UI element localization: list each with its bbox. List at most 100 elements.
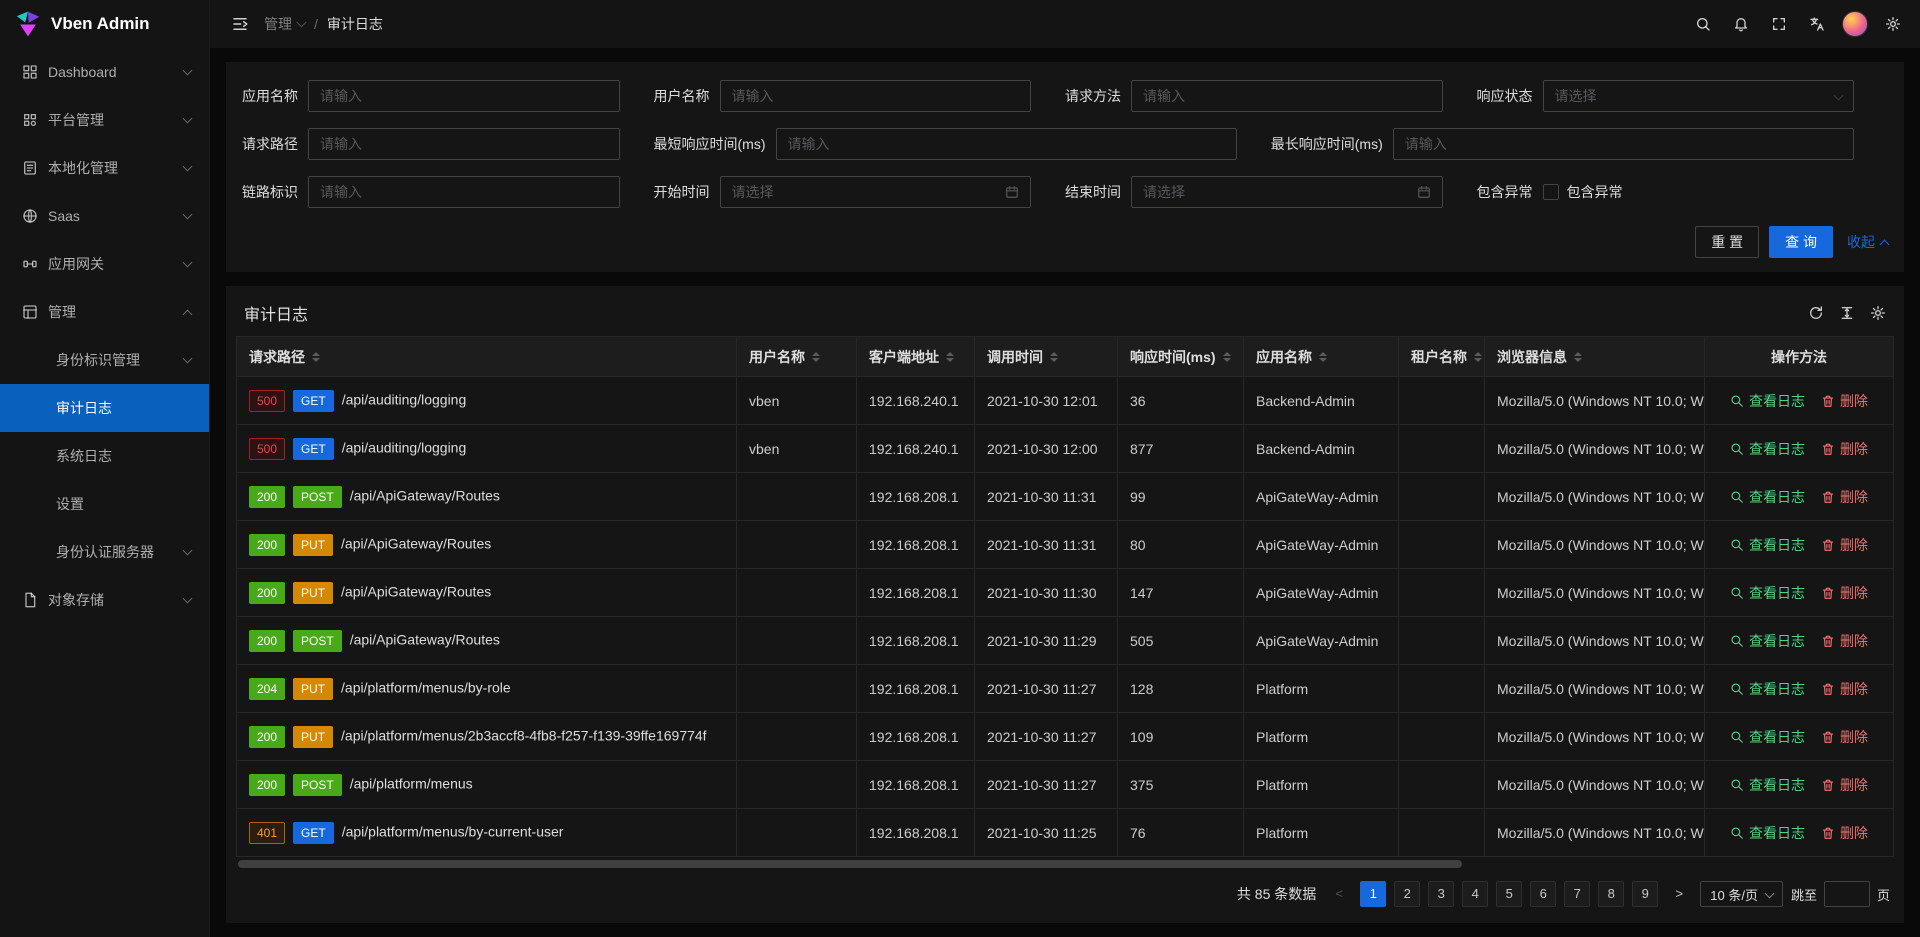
sidebar-item-settings[interactable]: 设置 [0, 480, 209, 528]
user-name-input[interactable] [720, 80, 1032, 112]
breadcrumb-parent[interactable]: 管理 [264, 14, 305, 34]
filter-field-user-name: 用户名称 [654, 80, 1066, 112]
column-settings-gear-icon[interactable] [1870, 305, 1886, 321]
has-exception-checkbox[interactable] [1543, 184, 1559, 200]
delete-button[interactable]: 删除 [1821, 583, 1868, 603]
chevron-down-icon [1765, 888, 1775, 898]
sorter-icon [1574, 352, 1582, 362]
request-path-input[interactable] [308, 128, 620, 160]
column-header-app-name[interactable]: 应用名称 [1244, 337, 1399, 377]
column-header-client-address[interactable]: 客户端地址 [857, 337, 975, 377]
cell-call-time: 2021-10-30 11:31 [975, 473, 1118, 521]
next-page-button[interactable]: > [1666, 881, 1692, 907]
method-tag: GET [293, 390, 334, 412]
cell-user-name [737, 713, 857, 761]
sidebar-item-dashboard[interactable]: Dashboard [0, 48, 209, 96]
settings-gear-icon[interactable] [1874, 0, 1912, 48]
search-icon[interactable] [1684, 0, 1722, 48]
sorter-icon [812, 352, 820, 362]
column-header-call-time[interactable]: 调用时间 [975, 337, 1118, 377]
delete-label: 删除 [1840, 535, 1868, 555]
language-switch-icon[interactable] [1798, 0, 1836, 48]
view-log-button[interactable]: 查看日志 [1730, 439, 1805, 459]
sidebar-item-object-storage[interactable]: 对象存储 [0, 576, 209, 624]
jump-page-input[interactable] [1824, 881, 1870, 907]
max-response-time-input[interactable] [1393, 128, 1854, 160]
min-response-time-input[interactable] [776, 128, 1237, 160]
cell-response-time: 80 [1118, 521, 1244, 569]
method-tag: POST [293, 630, 342, 652]
delete-button[interactable]: 删除 [1821, 823, 1868, 843]
sidebar-item-identity-server[interactable]: 身份认证服务器 [0, 528, 209, 576]
view-log-button[interactable]: 查看日志 [1730, 679, 1805, 699]
cell-client-address: 192.168.208.1 [857, 617, 975, 665]
page-button[interactable]: 4 [1462, 881, 1488, 907]
page-button[interactable]: 7 [1564, 881, 1590, 907]
row-height-icon[interactable] [1839, 305, 1855, 321]
sidebar-item-identity-management[interactable]: 身份标识管理 [0, 336, 209, 384]
delete-button[interactable]: 删除 [1821, 727, 1868, 747]
sidebar-item-platform[interactable]: 平台管理 [0, 96, 209, 144]
view-log-button[interactable]: 查看日志 [1730, 583, 1805, 603]
trace-id-input[interactable] [308, 176, 620, 208]
cell-user-name [737, 761, 857, 809]
column-header-browser-info[interactable]: 浏览器信息 [1485, 337, 1705, 377]
delete-button[interactable]: 删除 [1821, 631, 1868, 651]
delete-button[interactable]: 删除 [1821, 535, 1868, 555]
start-time-datepicker[interactable]: 请选择 [720, 176, 1032, 208]
prev-page-button[interactable]: < [1326, 881, 1352, 907]
column-header-response-time[interactable]: 响应时间(ms) [1118, 337, 1244, 377]
sidebar-item-system-log[interactable]: 系统日志 [0, 432, 209, 480]
fullscreen-icon[interactable] [1760, 0, 1798, 48]
view-log-button[interactable]: 查看日志 [1730, 535, 1805, 555]
end-time-datepicker[interactable]: 请选择 [1131, 176, 1443, 208]
view-log-button[interactable]: 查看日志 [1730, 823, 1805, 843]
cell-app-name: ApiGateWay-Admin [1244, 569, 1399, 617]
reset-button[interactable]: 重 置 [1695, 226, 1759, 258]
page-button[interactable]: 1 [1360, 881, 1386, 907]
view-log-button[interactable]: 查看日志 [1730, 487, 1805, 507]
delete-button[interactable]: 删除 [1821, 775, 1868, 795]
page-button[interactable]: 6 [1530, 881, 1556, 907]
view-log-button[interactable]: 查看日志 [1730, 391, 1805, 411]
app-logo[interactable]: Vben Admin [0, 0, 209, 48]
sidebar-item-audit-log[interactable]: 审计日志 [0, 384, 209, 432]
app-name-input[interactable] [308, 80, 620, 112]
sidebar-item-gateway[interactable]: 应用网关 [0, 240, 209, 288]
delete-button[interactable]: 删除 [1821, 391, 1868, 411]
cell-user-name [737, 473, 857, 521]
view-log-button[interactable]: 查看日志 [1730, 727, 1805, 747]
search-button[interactable]: 查 询 [1769, 226, 1833, 258]
page-button[interactable]: 9 [1632, 881, 1658, 907]
platform-icon [22, 112, 38, 128]
view-log-button[interactable]: 查看日志 [1730, 631, 1805, 651]
cell-browser-info: Mozilla/5.0 (Windows NT 10.0; Win... [1485, 569, 1705, 617]
horizontal-scrollbar[interactable] [238, 860, 1462, 868]
column-header-user-name[interactable]: 用户名称 [737, 337, 857, 377]
sidebar-fold-icon[interactable] [224, 0, 256, 48]
page-button[interactable]: 5 [1496, 881, 1522, 907]
page-button[interactable]: 8 [1598, 881, 1624, 907]
filter-field-app-name: 应用名称 [242, 80, 654, 112]
page-button[interactable]: 2 [1394, 881, 1420, 907]
sidebar-item-localization[interactable]: 本地化管理 [0, 144, 209, 192]
field-label: 请求路径 [242, 134, 298, 154]
delete-button[interactable]: 删除 [1821, 439, 1868, 459]
user-avatar[interactable] [1836, 0, 1874, 48]
refresh-icon[interactable] [1808, 305, 1824, 321]
collapse-link[interactable]: 收起 [1847, 232, 1888, 252]
delete-button[interactable]: 删除 [1821, 679, 1868, 699]
column-header-request-path[interactable]: 请求路径 [237, 337, 737, 377]
cell-user-name: vben [737, 377, 857, 425]
view-log-button[interactable]: 查看日志 [1730, 775, 1805, 795]
http-status-select[interactable]: 请选择 [1543, 80, 1855, 112]
sidebar-item-saas[interactable]: Saas [0, 192, 209, 240]
filter-field-http-status: 响应状态 请选择 [1477, 80, 1889, 112]
sidebar-item-management[interactable]: 管理 [0, 288, 209, 336]
notification-bell-icon[interactable] [1722, 0, 1760, 48]
delete-button[interactable]: 删除 [1821, 487, 1868, 507]
http-method-input[interactable] [1131, 80, 1443, 112]
column-header-tenant-name[interactable]: 租户名称 [1399, 337, 1485, 377]
page-size-select[interactable]: 10 条/页 [1700, 881, 1783, 907]
page-button[interactable]: 3 [1428, 881, 1454, 907]
